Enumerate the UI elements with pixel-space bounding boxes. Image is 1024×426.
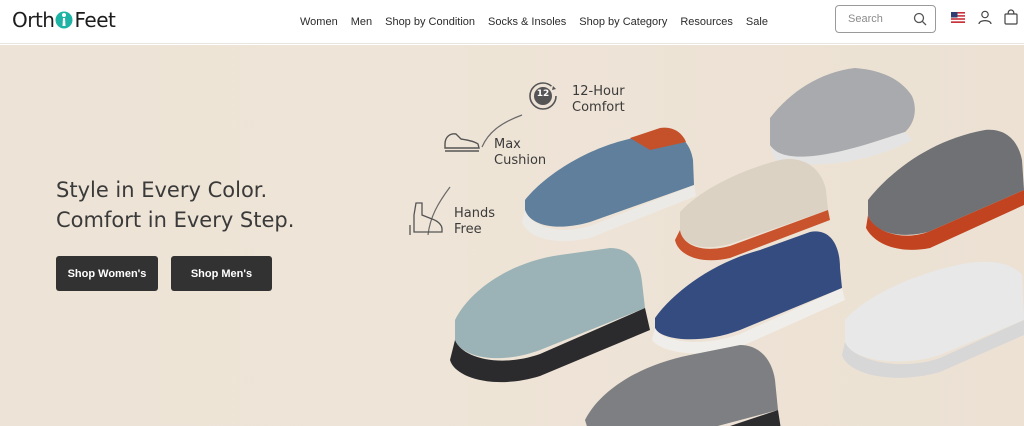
nav-item-sale[interactable]: Sale [746, 16, 768, 28]
main-nav: Women Men Shop by Condition Socks & Inso… [300, 0, 781, 44]
hero-banner: Style in Every Color. Comfort in Every S… [0, 45, 1024, 426]
nav-item-shop-by-condition[interactable]: Shop by Condition [385, 16, 475, 28]
shoe-charcoal [585, 345, 781, 426]
shopping-bag-icon[interactable] [1004, 9, 1018, 25]
logo-text-left: Orth [12, 8, 55, 32]
search-box[interactable] [835, 5, 936, 33]
user-icon[interactable] [978, 10, 992, 25]
shop-mens-button[interactable]: Shop Men's [171, 256, 272, 291]
foot-logo-icon [55, 11, 73, 29]
nav-item-resources[interactable]: Resources [680, 16, 733, 28]
search-icon[interactable] [913, 12, 927, 26]
nav-item-men[interactable]: Men [351, 16, 372, 28]
nav-item-shop-by-category[interactable]: Shop by Category [579, 16, 667, 28]
shoe-lineup-image [450, 68, 1024, 426]
site-header: Orth Feet Women Men Shop by Condition So… [0, 0, 1024, 44]
shop-womens-button[interactable]: Shop Women's [56, 256, 158, 291]
headline-line-1: Style in Every Color. [56, 178, 268, 202]
headline-line-2: Comfort in Every Step. [56, 208, 295, 232]
shoe-light-gray [770, 68, 915, 165]
shoe-blue-orange [522, 127, 696, 242]
nav-item-socks-insoles[interactable]: Socks & Insoles [488, 16, 566, 28]
hero-headline: Style in Every Color. Comfort in Every S… [56, 175, 294, 235]
logo-text-right: Feet [74, 8, 116, 32]
search-input[interactable] [848, 13, 908, 25]
brand-logo[interactable]: Orth Feet [12, 6, 116, 34]
us-flag-icon[interactable] [951, 12, 965, 23]
shoe-mint-black [450, 248, 650, 383]
nav-item-women[interactable]: Women [300, 16, 338, 28]
shoe-white [842, 261, 1024, 378]
